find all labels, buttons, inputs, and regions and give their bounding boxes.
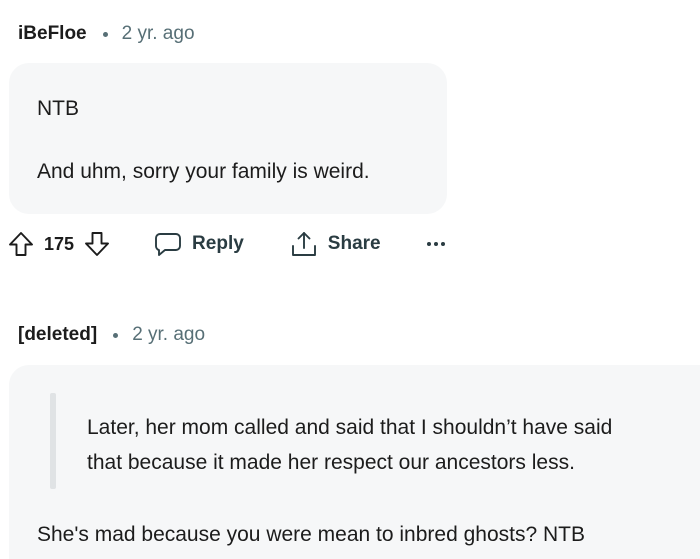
arrow-down-outline-icon[interactable] bbox=[84, 231, 110, 257]
reply-button[interactable]: Reply bbox=[154, 231, 244, 257]
ellipsis-icon[interactable] bbox=[426, 242, 445, 246]
comment-meta: [deleted] 2 yr. ago bbox=[18, 323, 205, 347]
arrow-up-outline-icon[interactable] bbox=[8, 231, 34, 257]
share-label: Share bbox=[327, 233, 381, 254]
share-button[interactable]: Share bbox=[290, 230, 381, 258]
comment-meta: iBeFloe 2 yr. ago bbox=[18, 22, 195, 46]
comment-text-line: She's mad because you were mean to inbre… bbox=[37, 523, 585, 546]
separator-dot bbox=[102, 31, 108, 37]
comment-author: [deleted] bbox=[18, 324, 98, 345]
comment-action-bar: 175 Reply Share bbox=[8, 226, 445, 262]
comment-timestamp[interactable]: 2 yr. ago bbox=[132, 323, 205, 347]
share-upload-icon bbox=[290, 230, 318, 258]
vote-count: 175 bbox=[44, 233, 75, 254]
comment-body: NTB And uhm, sorry your family is weird. bbox=[9, 63, 447, 214]
comment-text-line: NTB bbox=[37, 97, 79, 120]
comment-text-line: And uhm, sorry your family is weird. bbox=[37, 160, 370, 183]
blockquote-bar bbox=[50, 393, 56, 489]
comment-thread: iBeFloe 2 yr. ago NTB And uhm, sorry you… bbox=[0, 0, 700, 559]
blockquote: Later, her mom called and said that I sh… bbox=[87, 410, 612, 480]
comment-timestamp[interactable]: 2 yr. ago bbox=[122, 22, 195, 46]
speech-bubble-icon bbox=[154, 231, 182, 257]
separator-dot bbox=[113, 332, 119, 338]
blockquote-line: Later, her mom called and said that I sh… bbox=[87, 416, 613, 439]
blockquote-line: that because it made her respect our anc… bbox=[87, 451, 575, 474]
reply-label: Reply bbox=[192, 233, 244, 254]
comment-author[interactable]: iBeFloe bbox=[18, 22, 87, 46]
